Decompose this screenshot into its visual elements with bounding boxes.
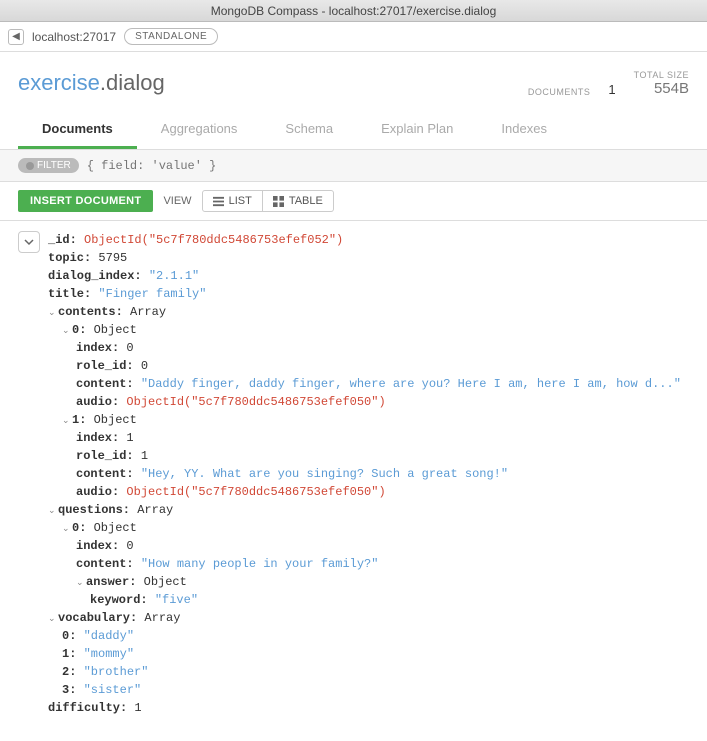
contents-0-index[interactable]: index: 0 [48,339,689,357]
collapse-document-button[interactable] [18,231,40,253]
connection-bar: ◀ localhost:27017 STANDALONE [0,22,707,52]
questions-0-content[interactable]: content: "How many people in your family… [48,555,689,573]
tab-schema[interactable]: Schema [261,111,357,149]
caret-down-icon: ⌄ [48,307,58,321]
documents-stat: DOCUMENTS [528,87,591,97]
tab-indexes[interactable]: Indexes [477,111,571,149]
database-name: exercise [18,70,100,95]
collection-tabs: Documents Aggregations Schema Explain Pl… [0,111,707,150]
field-topic[interactable]: topic: 5795 [48,249,689,267]
field-title[interactable]: title: "Finger family" [48,285,689,303]
field-dialog-index[interactable]: dialog_index: "2.1.1" [48,267,689,285]
contents-1[interactable]: ⌄1: Object [48,411,689,429]
namespace-title: exercise.dialog [18,70,165,96]
caret-down-icon: ⌄ [62,325,72,339]
view-table-button[interactable]: TABLE [263,190,334,212]
table-icon [273,196,284,207]
contents-1-audio[interactable]: audio: ObjectId("5c7f780ddc5486753efef05… [48,483,689,501]
contents-0-audio[interactable]: audio: ObjectId("5c7f780ddc5486753efef05… [48,393,689,411]
caret-down-icon: ⌄ [48,505,58,519]
filter-bar: FILTER [0,150,707,182]
vocabulary-1[interactable]: 1: "mommy" [48,645,689,663]
tab-explain-plan[interactable]: Explain Plan [357,111,477,149]
contents-1-content[interactable]: content: "Hey, YY. What are you singing?… [48,465,689,483]
collection-name: .dialog [100,70,165,95]
caret-down-icon: ⌄ [62,415,72,429]
document-area: _id: ObjectId("5c7f780ddc5486753efef052"… [0,221,707,737]
contents-0-content[interactable]: content: "Daddy finger, daddy finger, wh… [48,375,689,393]
caret-down-icon: ⌄ [76,577,86,591]
view-list-label: LIST [229,195,252,207]
vocabulary-3[interactable]: 3: "sister" [48,681,689,699]
field-contents[interactable]: ⌄contents: Array [48,303,689,321]
view-toggle-group: LIST TABLE [202,190,334,212]
namespace-header: exercise.dialog DOCUMENTS 1 TOTAL SIZE 5… [0,52,707,97]
filter-input[interactable] [87,159,689,173]
vocabulary-0[interactable]: 0: "daddy" [48,627,689,645]
collection-stats: DOCUMENTS 1 TOTAL SIZE 554B [528,70,689,97]
list-icon [213,196,224,207]
document-tree: _id: ObjectId("5c7f780ddc5486753efef052"… [48,231,689,717]
size-value: 554B [634,80,689,97]
insert-document-button[interactable]: INSERT DOCUMENT [18,190,153,212]
size-label: TOTAL SIZE [634,70,689,80]
contents-0-role-id[interactable]: role_id: 0 [48,357,689,375]
questions-0-answer-keyword[interactable]: keyword: "five" [48,591,689,609]
caret-down-icon: ⌄ [48,613,58,627]
contents-0[interactable]: ⌄0: Object [48,321,689,339]
documents-label: DOCUMENTS [528,87,591,97]
view-list-button[interactable]: LIST [202,190,263,212]
topology-badge: STANDALONE [124,28,218,45]
field-vocabulary[interactable]: ⌄vocabulary: Array [48,609,689,627]
questions-0-index[interactable]: index: 0 [48,537,689,555]
window-titlebar: MongoDB Compass - localhost:27017/exerci… [0,0,707,22]
vocabulary-2[interactable]: 2: "brother" [48,663,689,681]
host-label: localhost:27017 [32,30,116,44]
field-difficulty[interactable]: difficulty: 1 [48,699,689,717]
contents-1-role-id[interactable]: role_id: 1 [48,447,689,465]
documents-count: 1 [608,82,615,97]
chevron-down-icon [24,237,34,247]
back-button[interactable]: ◀ [8,29,24,45]
size-stat: TOTAL SIZE 554B [634,70,689,97]
tab-aggregations[interactable]: Aggregations [137,111,262,149]
documents-toolbar: INSERT DOCUMENT VIEW LIST TABLE [0,182,707,221]
caret-down-icon: ⌄ [62,523,72,537]
questions-0[interactable]: ⌄0: Object [48,519,689,537]
contents-1-index[interactable]: index: 1 [48,429,689,447]
field-questions[interactable]: ⌄questions: Array [48,501,689,519]
questions-0-answer[interactable]: ⌄answer: Object [48,573,689,591]
view-label: VIEW [163,195,191,207]
field-id[interactable]: _id: ObjectId("5c7f780ddc5486753efef052"… [48,231,689,249]
tab-documents[interactable]: Documents [18,111,137,149]
view-table-label: TABLE [289,195,323,207]
filter-badge[interactable]: FILTER [18,158,79,173]
